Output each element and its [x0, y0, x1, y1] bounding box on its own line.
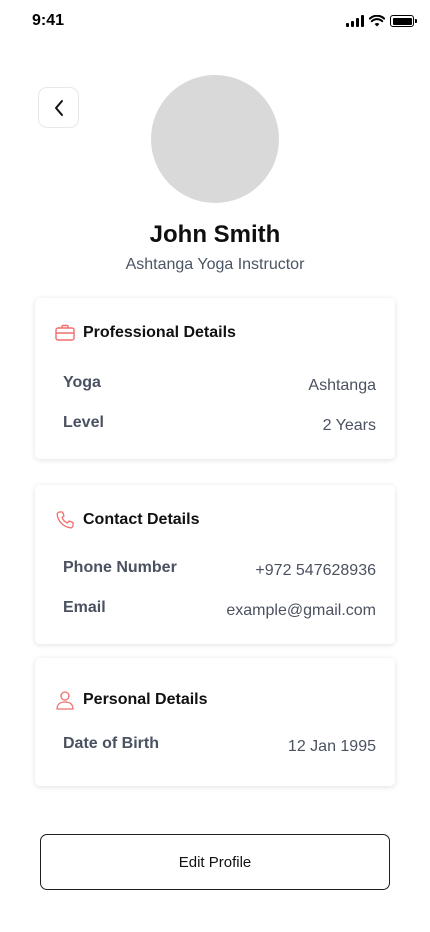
phone-number-value[interactable]: +972 547628936	[255, 562, 376, 580]
phone-number-label: Phone Number	[63, 559, 177, 576]
professional-details-card: Professional Details Yoga Ashtanga Level…	[35, 298, 395, 459]
level-label: Level	[63, 414, 104, 431]
profile-name: John Smith	[149, 221, 281, 248]
date-of-birth-value: 12 Jan 1995	[287, 738, 376, 755]
contact-details-card: Contact Details Phone Number +972 547628…	[35, 485, 395, 644]
date-of-birth-label: Date of Birth	[63, 735, 159, 752]
briefcase-icon	[55, 323, 75, 343]
phone-icon	[55, 510, 75, 530]
status-bar: 9:41	[0, 0, 430, 44]
chevron-left-icon	[54, 99, 63, 116]
email-value[interactable]: example@gmail.com	[226, 602, 376, 620]
card-title: Contact Details	[83, 511, 200, 528]
avatar[interactable]	[151, 75, 279, 203]
status-icons	[346, 15, 417, 27]
card-title: Professional Details	[83, 324, 236, 341]
card-header: Professional Details	[55, 323, 236, 343]
back-button[interactable]	[38, 87, 79, 128]
battery-icon	[390, 15, 417, 27]
user-icon	[55, 690, 75, 710]
card-header: Contact Details	[55, 510, 199, 530]
level-value: 2 Years	[322, 417, 376, 434]
wifi-icon	[369, 15, 385, 27]
card-title: Personal Details	[83, 691, 208, 708]
cellular-signal-icon	[346, 15, 364, 27]
profile-role: Ashtanga Yoga Instructor	[125, 256, 305, 273]
yoga-label: Yoga	[63, 374, 101, 391]
personal-details-card: Personal Details Date of Birth 12 Jan 19…	[35, 658, 395, 786]
yoga-value: Ashtanga	[308, 377, 376, 394]
edit-profile-button[interactable]: Edit Profile	[40, 834, 390, 890]
status-time: 9:41	[32, 12, 65, 29]
email-label: Email	[63, 599, 106, 616]
card-header: Personal Details	[55, 690, 208, 710]
